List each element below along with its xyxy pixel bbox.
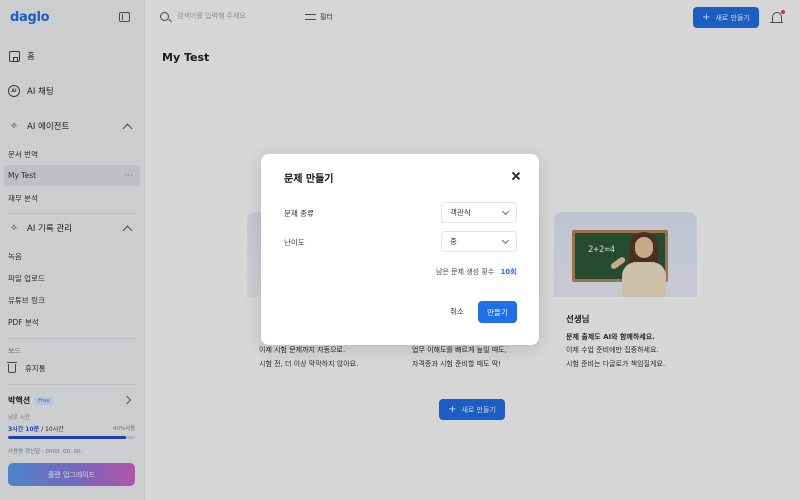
difficulty-value: 중 (450, 237, 457, 246)
question-type-select[interactable]: 객관식 (441, 202, 517, 223)
cancel-button[interactable]: 취소 (441, 301, 473, 322)
create-question-dialog: 문제 만들기 문제 종류 객관식 난이도 중 남은 문제 생성 횟수 10회 취… (261, 154, 539, 345)
question-type-label: 문제 종류 (284, 209, 314, 218)
dialog-title: 문제 만들기 (284, 174, 334, 185)
question-type-value: 객관식 (450, 208, 471, 217)
chevron-down-icon (501, 207, 510, 216)
difficulty-select[interactable]: 중 (441, 231, 517, 252)
close-icon[interactable] (511, 171, 521, 181)
create-button[interactable]: 만들기 (478, 301, 517, 323)
difficulty-label: 난이도 (284, 238, 305, 247)
remaining-generations-count: 10회 (500, 268, 517, 276)
remaining-generations: 남은 문제 생성 횟수 10회 (436, 267, 517, 277)
remaining-generations-label: 남은 문제 생성 횟수 (436, 268, 495, 276)
chevron-down-icon (501, 236, 510, 245)
